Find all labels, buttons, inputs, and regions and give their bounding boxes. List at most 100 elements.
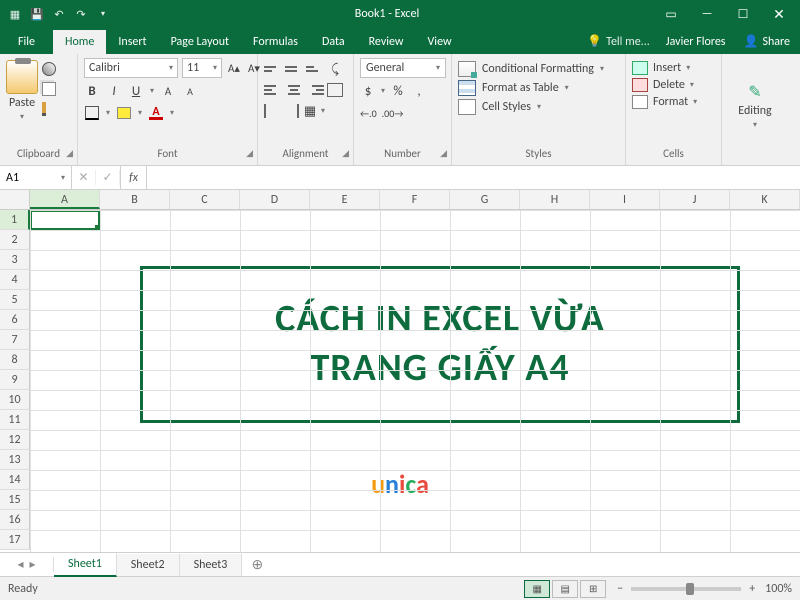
chevron-down-icon[interactable]: ▾ [138, 108, 142, 118]
undo-icon[interactable]: ↶ [50, 5, 68, 23]
decrease-decimal-button[interactable]: .00→ [382, 104, 404, 122]
format-cells-button[interactable]: Format▾ [632, 95, 697, 109]
conditional-formatting-button[interactable]: Conditional Formatting▾ [458, 61, 604, 77]
tell-me-search[interactable]: 💡 Tell me... [579, 29, 658, 54]
sheet-prev-icon[interactable]: ◂ [17, 557, 23, 572]
row-header[interactable]: 11 [0, 410, 30, 430]
chevron-down-icon[interactable]: ▾ [170, 108, 174, 118]
row-header[interactable]: 4 [0, 270, 30, 290]
row-header[interactable]: 2 [0, 230, 30, 250]
editing-button[interactable]: ✎ Editing ▾ [728, 58, 781, 145]
column-header[interactable]: D [240, 190, 310, 209]
add-sheet-button[interactable]: ⊕ [242, 556, 272, 573]
tab-view[interactable]: View [416, 30, 464, 54]
tab-review[interactable]: Review [357, 30, 416, 54]
share-button[interactable]: 👤 Share [733, 29, 800, 54]
zoom-out-button[interactable]: − [617, 582, 623, 596]
align-bottom-button[interactable] [306, 61, 324, 77]
delete-cells-button[interactable]: Delete▾ [632, 78, 697, 92]
close-button[interactable]: ✕ [764, 3, 794, 25]
tab-home[interactable]: Home [53, 30, 106, 54]
chevron-down-icon[interactable]: ▾ [321, 106, 325, 116]
align-right-button[interactable] [306, 82, 324, 98]
sheet-tab-3[interactable]: Sheet3 [180, 554, 243, 576]
cell-styles-button[interactable]: Cell Styles▾ [458, 99, 604, 115]
column-header[interactable]: H [520, 190, 590, 209]
row-header[interactable]: 13 [0, 450, 30, 470]
enter-formula-button[interactable]: ✓ [96, 170, 120, 185]
tab-formulas[interactable]: Formulas [241, 30, 310, 54]
sheet-tab-1[interactable]: Sheet1 [54, 553, 117, 577]
align-top-button[interactable] [264, 61, 282, 77]
chevron-down-icon[interactable]: ▾ [150, 86, 154, 96]
increase-decimal-button[interactable]: ←.0 [360, 104, 377, 122]
percent-button[interactable]: % [390, 82, 406, 100]
zoom-in-button[interactable]: + [749, 582, 755, 596]
zoom-level[interactable]: 100% [765, 582, 792, 596]
user-name[interactable]: Javier Flores [658, 30, 734, 54]
decrease-indent-button[interactable] [264, 104, 280, 118]
increase-font-size-button[interactable]: A [160, 82, 176, 100]
column-header[interactable]: E [310, 190, 380, 209]
align-left-button[interactable] [264, 82, 282, 98]
increase-font-button[interactable]: A▴ [226, 59, 242, 77]
tab-file[interactable]: File [0, 30, 53, 54]
font-size-select[interactable]: 11▾ [182, 58, 222, 78]
sheet-tab-2[interactable]: Sheet2 [117, 554, 180, 576]
bold-button[interactable]: B [84, 82, 100, 100]
row-header[interactable]: 9 [0, 370, 30, 390]
alignment-launcher-icon[interactable]: ◢ [342, 148, 349, 159]
wrap-text-button[interactable] [327, 83, 343, 97]
merge-center-button[interactable]: ▦ [302, 102, 318, 120]
row-header[interactable]: 12 [0, 430, 30, 450]
redo-icon[interactable]: ↷ [72, 5, 90, 23]
formula-input[interactable] [147, 166, 800, 189]
increase-indent-button[interactable] [283, 104, 299, 118]
row-header[interactable]: 8 [0, 350, 30, 370]
currency-button[interactable]: $ [360, 82, 376, 100]
comma-button[interactable]: , [411, 82, 427, 100]
paste-button[interactable]: Paste ▾ [6, 58, 38, 145]
chevron-down-icon[interactable]: ▾ [381, 86, 385, 96]
insert-cells-button[interactable]: Insert▾ [632, 61, 697, 75]
qat-dropdown-icon[interactable]: ▾ [94, 5, 112, 23]
view-page-layout-button[interactable]: ▤ [552, 580, 578, 598]
number-format-select[interactable]: General▾ [360, 58, 446, 78]
fx-label[interactable]: fx [121, 166, 147, 189]
sheet-next-icon[interactable]: ▸ [30, 557, 36, 572]
view-page-break-button[interactable]: ⊞ [580, 580, 606, 598]
row-header[interactable]: 6 [0, 310, 30, 330]
minimize-button[interactable]: — [692, 3, 722, 25]
italic-button[interactable]: I [106, 82, 122, 100]
align-middle-button[interactable] [285, 61, 303, 77]
font-color-button[interactable]: A [148, 104, 164, 122]
clipboard-launcher-icon[interactable]: ◢ [66, 148, 73, 159]
ribbon-options-icon[interactable]: ▭ [656, 3, 686, 25]
chevron-down-icon[interactable]: ▾ [106, 108, 110, 118]
view-normal-button[interactable]: ▦ [524, 580, 550, 598]
underline-button[interactable]: U [128, 82, 144, 100]
cut-button[interactable] [42, 62, 60, 78]
save-icon[interactable]: 💾 [28, 5, 46, 23]
column-header[interactable]: I [590, 190, 660, 209]
row-header[interactable]: 5 [0, 290, 30, 310]
format-painter-button[interactable] [42, 102, 60, 118]
select-all-corner[interactable] [0, 190, 30, 209]
tab-page-layout[interactable]: Page Layout [159, 30, 241, 54]
sheet-nav[interactable]: ◂▸ [0, 557, 54, 572]
column-header[interactable]: A [30, 190, 100, 209]
decrease-font-size-button[interactable]: A [182, 82, 198, 100]
borders-button[interactable] [84, 104, 100, 122]
copy-button[interactable] [42, 82, 60, 98]
number-launcher-icon[interactable]: ◢ [440, 148, 447, 159]
row-header[interactable]: 1 [0, 210, 30, 230]
tab-insert[interactable]: Insert [106, 30, 158, 54]
column-header[interactable]: G [450, 190, 520, 209]
cancel-formula-button[interactable]: ✕ [72, 170, 96, 185]
maximize-button[interactable]: ☐ [728, 3, 758, 25]
column-header[interactable]: K [730, 190, 800, 209]
column-header[interactable]: J [660, 190, 730, 209]
active-cell[interactable] [30, 210, 100, 230]
name-box[interactable]: A1▾ [0, 166, 72, 189]
row-header[interactable]: 3 [0, 250, 30, 270]
